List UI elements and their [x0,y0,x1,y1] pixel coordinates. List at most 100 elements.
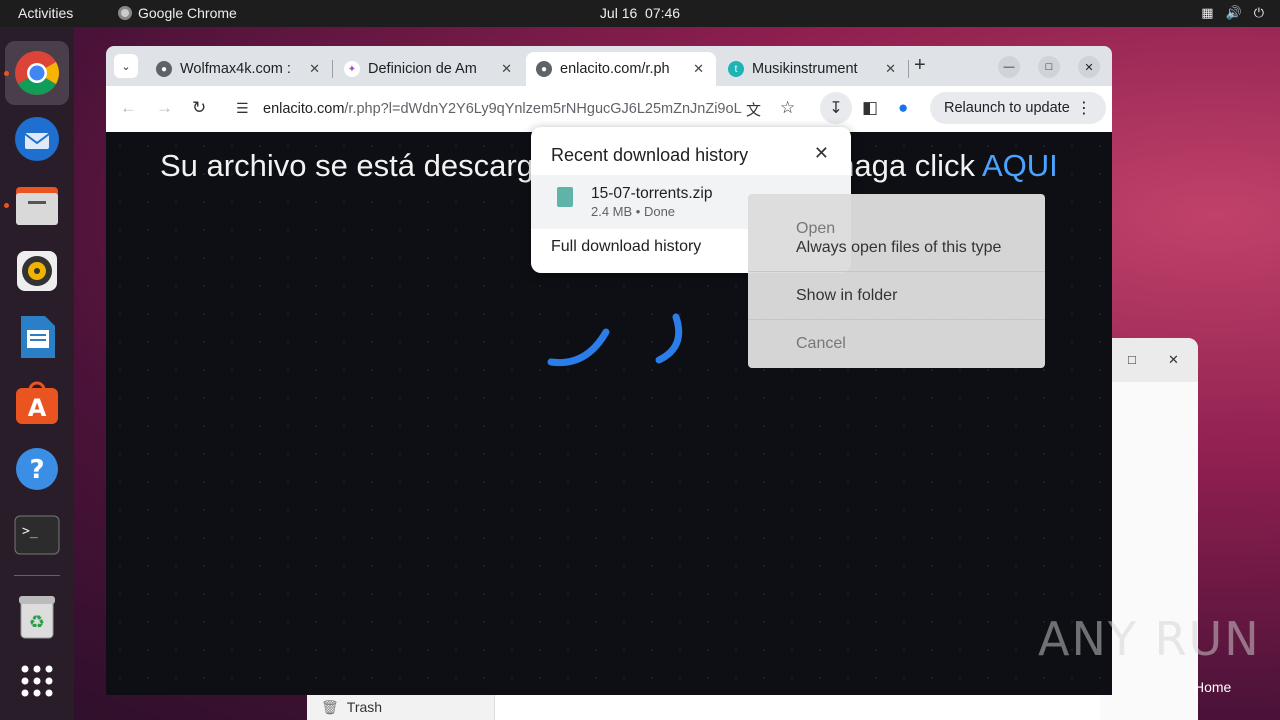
tab-search-button[interactable]: ⌄ [114,54,138,78]
tab-enlacito[interactable]: ● enlacito.com/r.ph ✕ [526,52,716,86]
dock-trash[interactable]: ♻ [5,585,69,649]
help-icon: ? [16,448,58,490]
clock-button[interactable]: Jul 16 07:46 [600,5,680,21]
minimize-button[interactable]: — [998,56,1020,78]
desktop-home-label[interactable]: Home [1194,679,1231,695]
puzzle-icon: ✦ [344,61,360,77]
site-settings-icon[interactable]: ☰ [236,100,249,117]
menu-item-cancel[interactable]: Cancel [748,320,1045,368]
app-grid-icon [21,665,53,697]
relaunch-button[interactable]: Relaunch to update ⋮ [930,92,1106,124]
close-tab-icon[interactable]: ✕ [885,61,896,77]
menu-item-show-in-folder[interactable]: Show in folder [748,272,1045,320]
close-icon: ✕ [1084,61,1094,74]
tab-title: Musikinstrument [752,61,858,77]
download-file-name: 15-07-torrents.zip [591,185,713,202]
url-path: /r.php?l=dWdnY2Y6Ly9qYnlzem5rNHgucGJ6L25… [344,101,743,117]
headline-text-right: haga click [837,148,982,183]
translate-icon[interactable]: 文 [746,99,761,120]
top-bar: Activities Google Chrome Jul 16 07:46 ▦ … [0,0,1280,27]
date-label: Jul 16 [599,5,638,21]
network-icon: ▦ [1201,5,1214,20]
download-context-menu: Open Always open files of this type Show… [748,194,1045,368]
back-icon[interactable]: ← [120,98,137,118]
url-host: enlacito.com [263,101,345,117]
anyrun-watermark: ANY RUN [1038,612,1261,666]
reload-icon[interactable]: ↻ [192,98,206,118]
maximize-button[interactable]: □ [1038,56,1060,78]
loading-spinner [547,313,683,367]
more-options-icon: ⋮ [1076,100,1092,117]
close-window-button[interactable]: ✕ [1078,56,1100,78]
app-name-label: Google Chrome [138,5,237,21]
activities-button[interactable]: Activities [18,5,73,21]
svg-text:>_: >_ [22,524,38,539]
close-icon[interactable]: ✕ [814,143,829,164]
trash-small-icon: 🗑 [321,698,339,715]
app-center-icon: A [16,381,58,424]
background-window-header: □ ✕ [1100,338,1198,382]
files-sidebar-trash[interactable]: 🗑 Trash [307,694,495,720]
thunderbird-icon [15,117,59,161]
menu-item-label: Show in folder [796,286,898,304]
dock-app-grid[interactable] [5,649,69,713]
dock-terminal[interactable]: >_ [5,503,69,567]
profile-icon[interactable]: ● [898,98,908,118]
power-icon: ⏻ [1253,5,1264,20]
dock-app-center[interactable]: A [5,371,69,435]
dock-help[interactable]: ? [5,437,69,501]
globe-icon: ● [156,61,172,77]
chevron-down-icon: ⌄ [121,60,131,73]
tab-title: Wolfmax4k.com : [180,61,291,77]
side-panel-icon[interactable]: ◧ [862,98,878,118]
terminal-icon: >_ [14,515,60,555]
files-sidebar-trash-label: Trash [346,699,383,715]
time-label: 07:46 [645,5,681,21]
app-menu[interactable]: Google Chrome [118,5,237,21]
globe-icon: ● [536,61,552,77]
zip-file-icon [557,187,573,207]
system-tray[interactable]: ▦ 🔊 ⏻ [1201,5,1264,21]
popup-title: Recent download history [551,145,749,165]
dock-rhythmbox[interactable] [5,239,69,303]
url-text[interactable]: enlacito.com/r.php?l=dWdnY2Y6Ly9qYnlzem5… [263,101,743,117]
maximize-icon[interactable]: □ [1128,352,1136,367]
writer-icon [21,316,55,358]
dock-files[interactable] [5,173,69,237]
tab-title: Definicion de Am [368,61,477,77]
aqui-link[interactable]: AQUI [982,148,1058,183]
download-icon: ↧ [829,100,843,117]
files-icon [16,187,58,225]
volume-icon: 🔊 [1225,5,1242,20]
close-tab-icon[interactable]: ✕ [309,61,320,77]
menu-item-label: Cancel [796,335,846,352]
tab-musikinstrument[interactable]: t Musikinstrument ✕ [718,52,908,86]
rhythmbox-icon [17,251,57,291]
minimize-icon: — [1003,61,1015,73]
dock-writer[interactable] [5,305,69,369]
menu-item-always-open[interactable]: Always open files of this type [748,224,1045,272]
address-bar[interactable]: ☰ enlacito.com/r.php?l=dWdnY2Y6Ly9qYnlze… [224,92,804,126]
dock-thunderbird[interactable] [5,107,69,171]
tab-title: enlacito.com/r.ph [560,61,670,77]
svg-text:♻: ♻ [29,612,45,633]
full-download-history-link[interactable]: Full download history [551,238,701,256]
close-tab-icon[interactable]: ✕ [693,61,704,77]
bookmark-star-icon[interactable]: ☆ [780,98,795,118]
download-file-meta: 2.4 MB • Done [591,204,676,219]
dock-chrome[interactable] [5,41,69,105]
chrome-small-icon [118,6,132,20]
close-tab-icon[interactable]: ✕ [501,61,512,77]
menu-item-label: Always open files of this type [796,238,1002,256]
files-content-strip [495,694,1100,720]
forward-icon[interactable]: → [156,98,173,118]
new-tab-button[interactable]: + [914,54,926,77]
tab-definicion[interactable]: ✦ Definicion de Am ✕ [334,52,524,86]
trash-icon: ♻ [19,596,55,639]
downloads-button[interactable]: ↧ [820,92,852,124]
site-t-icon: t [728,61,744,77]
close-icon[interactable]: ✕ [1168,352,1179,368]
tab-strip: ⌄ ● Wolfmax4k.com : ✕ ✦ Definicion de Am… [106,46,1112,86]
dock: A ? >_ ♻ [0,27,74,720]
tab-wolfmax[interactable]: ● Wolfmax4k.com : ✕ [146,52,332,86]
